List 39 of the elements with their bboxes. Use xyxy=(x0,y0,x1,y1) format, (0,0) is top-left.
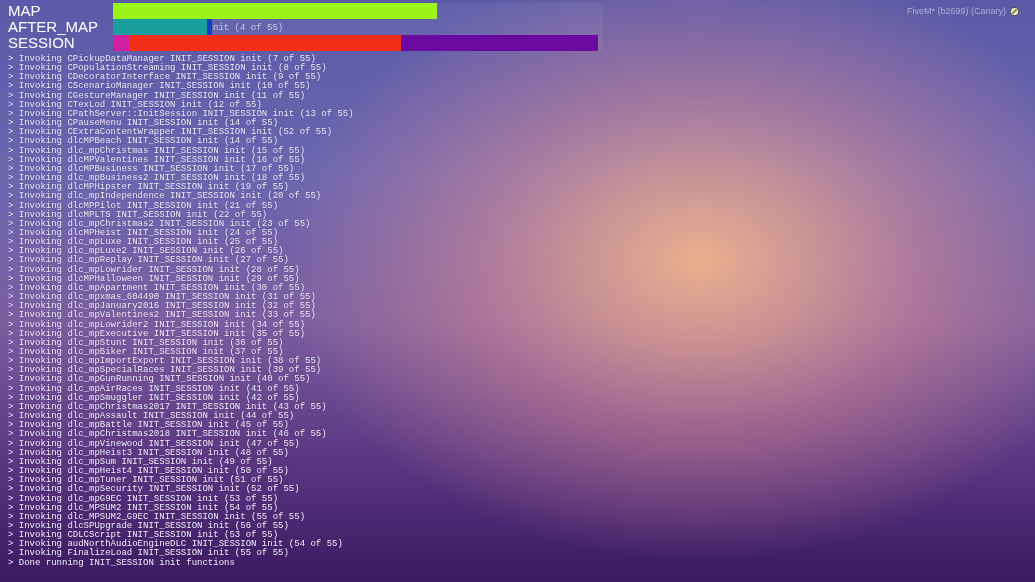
log-line: > Invoking dlcMPLTS INIT_SESSION init (22 of 55) xyxy=(8,210,268,220)
log-line: > Invoking dlcMPHalloween INIT_SESSION init (29 of 55) xyxy=(8,274,300,284)
phase-label: AFTER_MAP xyxy=(7,19,99,35)
log-line: > Invoking CPickupDataManager INIT_SESSION init (7 of 55) xyxy=(8,55,316,64)
log-line: > Invoking dlc_mpG9EC INIT_SESSION init (53 of 55) xyxy=(8,494,280,504)
log-line: > Invoking dlc_mpVinewood INIT_SESSION init (47 of 55) xyxy=(8,439,301,449)
log-line: nit (4 of 55) xyxy=(213,23,284,33)
build-label: FiveM* (b2699) (Canary) xyxy=(906,6,1006,16)
logo-icon xyxy=(1010,6,1019,16)
log-line: > Invoking dlc_MPSUM2 INIT_SESSION init (54 of 55) xyxy=(8,503,279,513)
log-line: > Invoking dlcMPHeist INIT_SESSION init (24 of 55) xyxy=(8,228,280,238)
log-line: > Invoking dlc_mpBiker INIT_SESSION init (37 of 55) xyxy=(8,348,285,357)
phase-label: SESSION xyxy=(7,35,75,51)
log-line: > Invoking dlc_mpStunt INIT_SESSION init (36 of 55) xyxy=(8,338,285,348)
log-line: > Invoking CTexLod INIT_SESSION init (12 of 55) xyxy=(8,100,262,110)
log-line: > Invoking dlc_mpAirRaces INIT_SESSION init (41 of 55) xyxy=(8,384,300,394)
phase-label: MAP xyxy=(7,3,42,19)
log-line: > Invoking CPathServer::InitSession INIT_SESSION init (13 of 55) xyxy=(8,109,354,119)
log-line: > Invoking dlc_mpChristmas2017 INIT_SESSION init (43 of 55) xyxy=(8,402,328,412)
log-line: > Invoking dlc_MPSUM2_G9EC INIT_SESSION init (55 of 55) xyxy=(8,512,307,522)
log-line: > Invoking dlcMPValentines INIT_SESSION init (16 of 55) xyxy=(8,155,307,165)
log-line: > Invoking dlcSPUpgrade INIT_SESSION init (56 of 55) xyxy=(8,521,289,531)
log-line: > Invoking dlcMPPilot INIT_SESSION init (21 of 55) xyxy=(8,201,279,211)
log-line: > Done running INIT_SESSION init functions xyxy=(8,558,236,568)
log-line: > Invoking dlc_mpExecutive INIT_SESSION init (35 of 55) xyxy=(8,329,307,339)
log-line: > Invoking dlc_mpHeist3 INIT_SESSION init (48 of 55) xyxy=(8,448,289,458)
log-line: > Invoking dlc_mpSmuggler INIT_SESSION init (42 of 55) xyxy=(8,393,300,403)
log-line: > Invoking dlcMPBusiness INIT_SESSION init (17 of 55) xyxy=(8,164,295,174)
log-line: > Invoking CPauseMenu INIT_SESSION init (14 of 55) xyxy=(8,119,279,129)
log-line: > Invoking dlc_mpSum INIT_SESSION init (49 of 55) xyxy=(8,457,273,467)
log-line: > Invoking dlc_mpLowrider2 INIT_SESSION init (34 of 55) xyxy=(8,320,306,330)
log-line: > Invoking FinalizeLoad INIT_SESSION init (55 of 55) xyxy=(8,549,290,559)
log-line: > Invoking dlc_mpLowrider INIT_SESSION init (28 of 55) xyxy=(8,265,301,275)
log-line: > Invoking CScenarioManager INIT_SESSION init (10 of 55) xyxy=(8,82,311,92)
log-line: > Invoking dlc_mpGunRunning INIT_SESSION init (40 of 55) xyxy=(8,375,311,385)
log-line: > Invoking dlc_mpApartment INIT_SESSION init (30 of 55) xyxy=(8,283,306,293)
log-line: > Invoking CGestureManager INIT_SESSION init (11 of 55) xyxy=(8,91,306,101)
log-line: > Invoking dlc_mpChristmas INIT_SESSION init (15 of 55) xyxy=(8,146,307,156)
log-line: > Invoking dlc_mpChristmas2 INIT_SESSION init (23 of 55) xyxy=(8,219,312,229)
